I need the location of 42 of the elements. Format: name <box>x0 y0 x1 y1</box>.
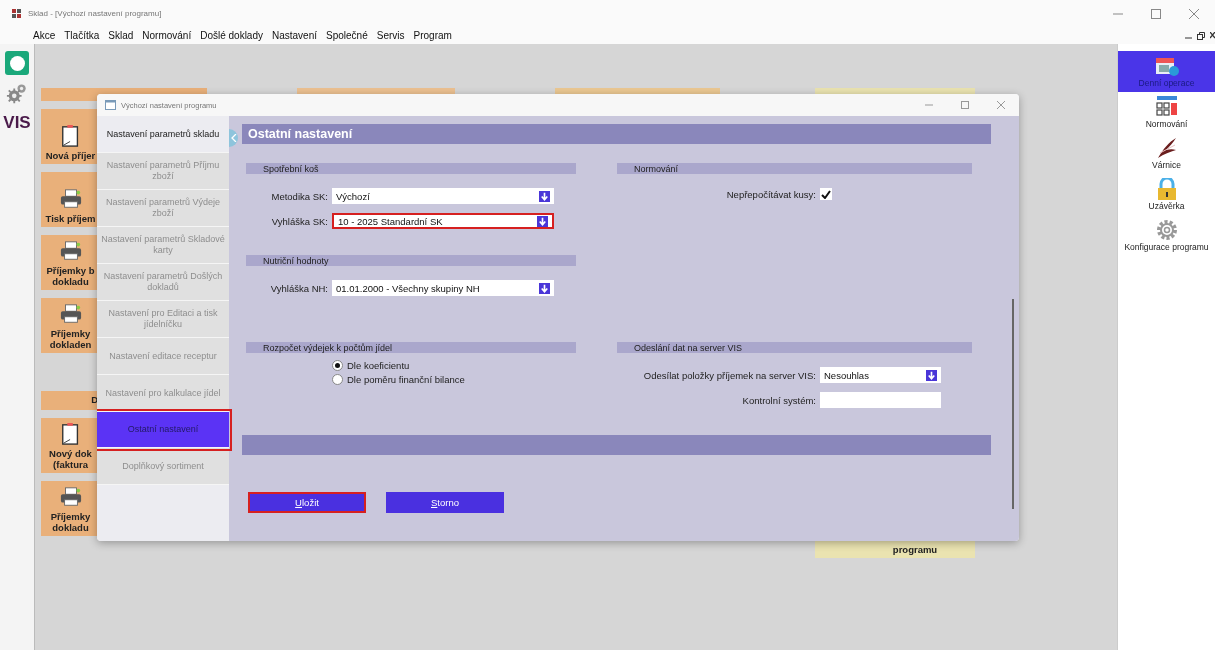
menu-item[interactable]: Společné <box>326 30 368 41</box>
field-label: Vyhláška SK: <box>270 215 328 227</box>
field-label: Metodika SK: <box>270 190 328 202</box>
menu-item[interactable]: Sklad <box>108 30 134 41</box>
menu-item[interactable]: Program <box>413 30 452 41</box>
dropdown-field[interactable]: Nesouhlas <box>820 367 941 383</box>
field-label: Odesílat položky příjemek na server VIS: <box>642 369 816 381</box>
tile-label: Nový dok (faktura <box>48 448 93 470</box>
tile-label: programu <box>892 544 938 555</box>
field-label: Kontrolní systém: <box>741 394 816 406</box>
tile-label: Příjemky dokladen <box>48 328 93 350</box>
field-label: Vyhláška NH: <box>269 282 328 294</box>
dropdown-field[interactable]: 10 - 2025 Standardní SK <box>332 213 554 229</box>
radio-label[interactable]: Dle poměru finanční bilance <box>347 374 465 385</box>
vis-logo: VIS <box>3 113 31 133</box>
module-button[interactable]: Uzávěrka <box>1118 174 1215 215</box>
window-title: Sklad - [Výchozí nastavení programu] <box>28 9 162 18</box>
menu-item[interactable]: Servis <box>376 30 405 41</box>
menu-item[interactable]: Došlé doklady <box>200 30 263 41</box>
dialog-button[interactable]: Storno <box>386 492 504 513</box>
tile-label: Nová příjer <box>44 150 97 161</box>
dialog-button[interactable]: Uložit <box>248 492 366 513</box>
dropdown-field[interactable]: Výchozí <box>332 188 554 204</box>
radio-label[interactable]: Dle koeficientu <box>347 360 410 371</box>
module-button[interactable]: Konfigurace programu <box>1118 215 1215 256</box>
group-title: Spotřební koš <box>263 163 319 174</box>
group-title: Normování <box>634 163 678 174</box>
module-button[interactable]: Várnice <box>1118 133 1215 174</box>
group-title: Rozpočet výdejek k počtům jídel <box>263 342 393 353</box>
tile-label: Příjemky dokladu <box>49 511 92 533</box>
menu-item[interactable]: Akce <box>33 30 56 41</box>
dropdown-field[interactable]: 01.01.2000 - Všechny skupiny NH <box>332 280 554 296</box>
tile-label: Příjemky b dokladu <box>45 265 96 287</box>
section-heading: Ostatní nastavení <box>248 127 353 141</box>
module-button[interactable]: Normování <box>1118 92 1215 133</box>
field-label: Nepřepočítávat kusy: <box>725 188 816 200</box>
tile-label: Tisk příjem <box>44 213 97 224</box>
group-title: Nutriční hodnoty <box>263 255 329 266</box>
menu-item[interactable]: Nastavení <box>272 30 317 41</box>
group-title: Odeslání dat na server VIS <box>634 342 743 353</box>
menu-item[interactable]: Normování <box>142 30 192 41</box>
menu-item[interactable]: Tlačítka <box>64 30 100 41</box>
